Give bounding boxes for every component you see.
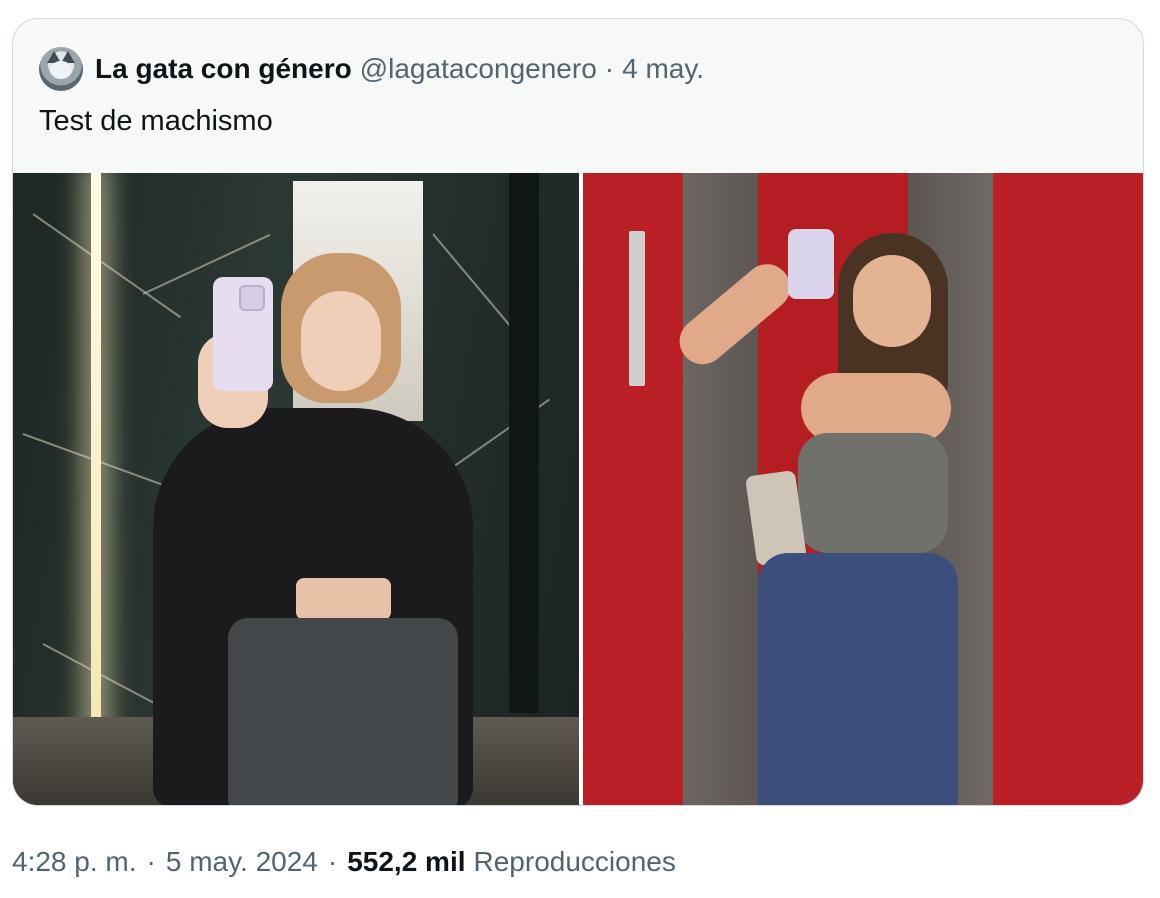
author-display-name[interactable]: La gata con género	[95, 55, 352, 83]
meta-separator-2: ·	[327, 846, 338, 877]
author-handle[interactable]: @lagatacongenero	[360, 55, 597, 83]
media-grid	[13, 173, 1143, 805]
views-count: 552,2 mil	[347, 846, 466, 877]
photo-left[interactable]	[13, 173, 579, 805]
quoted-tweet-date[interactable]: 4 may.	[622, 55, 704, 83]
quoted-tweet-text: Test de machismo	[39, 105, 273, 137]
tweet-meta: 4:28 p. m. · 5 may. 2024 · 552,2 mil Rep…	[12, 846, 676, 878]
meta-separator: ·	[146, 846, 156, 877]
tweet-date[interactable]: 5 may. 2024	[166, 846, 318, 878]
quoted-tweet-header: La gata con género @lagatacongenero · 4 …	[39, 47, 704, 91]
views-label: Reproducciones	[473, 846, 676, 877]
cat-avatar-icon[interactable]	[39, 47, 83, 91]
photo-right[interactable]	[583, 173, 1143, 805]
tweet-time[interactable]: 4:28 p. m.	[12, 846, 137, 878]
header-separator: ·	[604, 53, 615, 84]
quoted-tweet-card[interactable]: La gata con género @lagatacongenero · 4 …	[12, 18, 1144, 806]
